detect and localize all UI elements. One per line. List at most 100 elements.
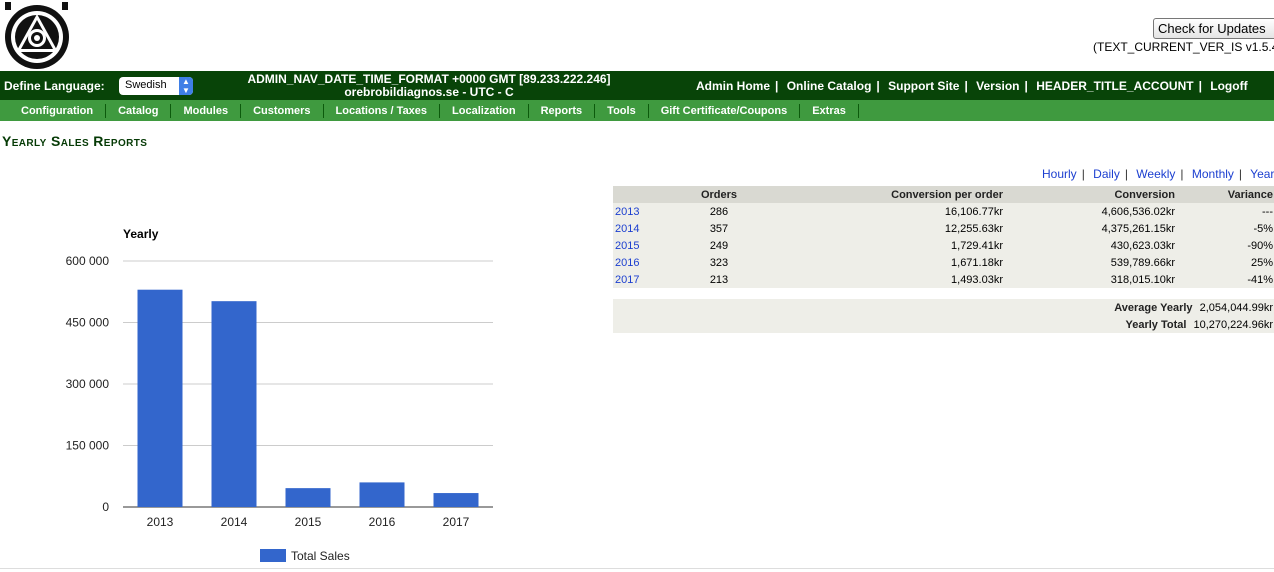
x-tick-label: 2015 — [295, 515, 322, 529]
select-arrows-icon: ▲ ▼ — [179, 77, 193, 95]
variance-cell: -90% — [1177, 237, 1274, 254]
link-separator: | — [964, 79, 968, 93]
year-link[interactable]: 2014 — [615, 223, 639, 235]
year-cell: 2017 — [613, 271, 677, 288]
sales-table: Orders Conversion per order Conversion V… — [613, 186, 1274, 288]
legend-swatch — [260, 549, 286, 562]
yearly-total-label: Yearly Total — [1125, 319, 1187, 331]
y-tick-label: 0 — [102, 500, 109, 514]
yearly-total-row: Yearly Total 10,270,224.96kr — [1125, 319, 1273, 331]
year-cell: 2014 — [613, 220, 677, 237]
language-select[interactable]: Swedish ▲ ▼ — [119, 77, 193, 95]
year-link[interactable]: 2015 — [615, 240, 639, 252]
conversion-cell: 4,375,261.15kr — [1005, 220, 1177, 237]
table-row: 2016 323 1,671.18kr 539,789.66kr 25% — [613, 254, 1274, 271]
orders-cell: 213 — [677, 271, 761, 288]
admin-header-bar: Define Language: Swedish ▲ ▼ ADMIN_NAV_DA… — [0, 71, 1274, 100]
range-separator: | — [1081, 167, 1085, 181]
menu-tools[interactable]: Tools — [595, 103, 649, 118]
link-separator: | — [1024, 79, 1028, 93]
version-link[interactable]: Version — [976, 79, 1019, 93]
orders-cell: 249 — [677, 237, 761, 254]
table-header-row: Orders Conversion per order Conversion V… — [613, 186, 1274, 203]
language-select-value: Swedish — [125, 79, 167, 91]
datetime-info: ADMIN_NAV_DATE_TIME_FORMAT +0000 GMT [89… — [224, 73, 634, 99]
col-variance-header: Variance — [1177, 186, 1274, 203]
account-link[interactable]: HEADER_TITLE_ACCOUNT — [1036, 79, 1193, 93]
y-tick-label: 450 000 — [66, 316, 110, 330]
logo-icon — [0, 0, 74, 70]
average-yearly-value: 2,054,044.99kr — [1199, 302, 1273, 314]
online-catalog-link[interactable]: Online Catalog — [787, 79, 872, 93]
menu-locations-taxes[interactable]: Locations / Taxes — [324, 103, 441, 118]
range-weekly-link[interactable]: Weekly — [1136, 167, 1175, 181]
yearly-sales-chart: Yearly 0 150 000 300 000 450 000 600 000 2013 2… — [66, 227, 493, 563]
year-cell: 2016 — [613, 254, 677, 271]
main-menu-bar: Configuration Catalog Modules Customers … — [0, 100, 1274, 121]
range-monthly-link[interactable]: Monthly — [1192, 167, 1234, 181]
totals-panel: Average Yearly 2,054,044.99kr Yearly Tot… — [613, 299, 1274, 333]
per-order-cell: 1,729.41kr — [761, 237, 1005, 254]
per-order-cell: 1,493.03kr — [761, 271, 1005, 288]
range-hourly-link[interactable]: Hourly — [1042, 167, 1077, 181]
check-updates-button[interactable]: Check for Updates — [1153, 18, 1274, 39]
year-link[interactable]: 2013 — [615, 206, 639, 218]
bar-2013 — [137, 289, 183, 507]
conversion-cell: 4,606,536.02kr — [1005, 203, 1177, 220]
x-tick-label: 2013 — [147, 515, 174, 529]
variance-cell: 25% — [1177, 254, 1274, 271]
conversion-cell: 318,015.10kr — [1005, 271, 1177, 288]
y-tick-label: 600 000 — [66, 254, 110, 268]
average-yearly-row: Average Yearly 2,054,044.99kr — [1114, 302, 1273, 314]
per-order-cell: 16,106.77kr — [761, 203, 1005, 220]
admin-home-link[interactable]: Admin Home — [696, 79, 770, 93]
page-title: Yearly Sales Reports — [2, 133, 148, 149]
range-yearly-link[interactable]: Yearly — [1250, 167, 1274, 181]
bar-2014 — [211, 301, 257, 507]
table-row: 2014 357 12,255.63kr 4,375,261.15kr -5% — [613, 220, 1274, 237]
range-daily-link[interactable]: Daily — [1093, 167, 1120, 181]
support-site-link[interactable]: Support Site — [888, 79, 959, 93]
range-separator: | — [1180, 167, 1184, 181]
bar-2017 — [433, 493, 479, 507]
x-tick-label: 2016 — [369, 515, 396, 529]
version-text: (TEXT_CURRENT_VER_IS v1.5.4 — [1093, 40, 1274, 54]
variance-cell: -41% — [1177, 271, 1274, 288]
menu-reports[interactable]: Reports — [529, 103, 596, 118]
logoff-link[interactable]: Logoff — [1210, 79, 1247, 93]
menu-customers[interactable]: Customers — [241, 103, 324, 118]
average-yearly-label: Average Yearly — [1114, 302, 1193, 314]
legend-label: Total Sales — [291, 549, 350, 563]
menu-localization[interactable]: Localization — [440, 103, 529, 118]
menu-configuration[interactable]: Configuration — [9, 103, 107, 118]
year-cell: 2015 — [613, 237, 677, 254]
x-tick-label: 2017 — [443, 515, 470, 529]
menu-catalog[interactable]: Catalog — [106, 103, 172, 118]
x-tick-label: 2014 — [221, 515, 248, 529]
menu-modules[interactable]: Modules — [171, 103, 242, 118]
menu-extras[interactable]: Extras — [800, 103, 859, 118]
per-order-cell: 12,255.63kr — [761, 220, 1005, 237]
bar-2015 — [285, 488, 331, 507]
language-label: Define Language: — [4, 79, 105, 93]
conversion-cell: 430,623.03kr — [1005, 237, 1177, 254]
col-orders-header: Orders — [677, 186, 761, 203]
orders-cell: 357 — [677, 220, 761, 237]
col-year-header — [613, 186, 677, 203]
link-separator: | — [876, 79, 880, 93]
y-tick-label: 300 000 — [66, 377, 110, 391]
year-link[interactable]: 2017 — [615, 274, 639, 286]
year-cell: 2013 — [613, 203, 677, 220]
menu-gift-certificates[interactable]: Gift Certificate/Coupons — [649, 103, 801, 118]
link-separator: | — [775, 79, 779, 93]
header-links: Admin Home | Online Catalog | Support Site… — [696, 79, 1248, 93]
range-separator: | — [1238, 167, 1243, 181]
range-separator: | — [1124, 167, 1128, 181]
chart-title: Yearly — [123, 227, 159, 241]
link-separator: | — [1198, 79, 1202, 93]
table-row: 2013 286 16,106.77kr 4,606,536.02kr --- — [613, 203, 1274, 220]
per-order-cell: 1,671.18kr — [761, 254, 1005, 271]
year-link[interactable]: 2016 — [615, 257, 639, 269]
store-logo[interactable] — [0, 0, 74, 70]
y-tick-label: 150 000 — [66, 439, 110, 453]
